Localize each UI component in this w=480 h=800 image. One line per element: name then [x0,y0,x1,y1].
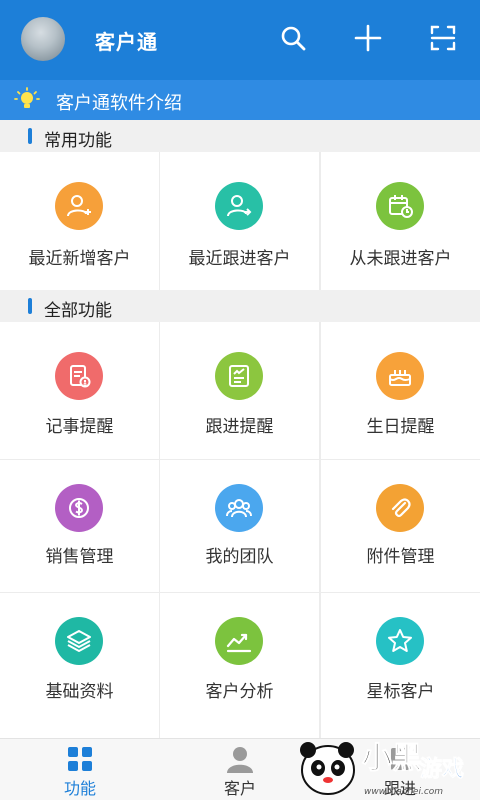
app-header: 客户通 [0,0,480,80]
item-label: 最近跟进客户 [188,249,291,268]
app-title: 客户通 [95,32,158,54]
paperclip-icon [376,484,424,532]
section-title: 常用功能 [44,131,112,150]
plus-icon[interactable] [352,22,384,54]
item-sales-management[interactable]: 销售管理 [0,460,159,592]
calendar-clock-icon [376,182,424,230]
item-label: 基础资料 [45,682,114,701]
section-all-header: 全部功能 [0,290,480,322]
section-marker [28,298,32,314]
section-marker [28,128,32,144]
followed-user-icon [215,182,263,230]
watermark-logo: 小黑 游戏 www.xiaohei.com [300,741,464,797]
item-label: 销售管理 [45,547,114,566]
layers-icon [55,617,103,665]
followup-notes-icon [215,352,263,400]
item-note-reminder[interactable]: 记事提醒 [0,322,159,459]
item-basic-data[interactable]: 基础资料 [0,593,159,738]
item-label: 生日提醒 [366,417,435,436]
person-icon [227,747,253,773]
intro-banner[interactable]: 客户通软件介绍 [0,80,480,120]
team-icon [215,484,263,532]
item-label: 记事提醒 [45,417,114,436]
item-birthday-reminder[interactable]: 生日提醒 [321,322,480,459]
item-starred-customers[interactable]: 星标客户 [321,593,480,738]
item-attachment-management[interactable]: 附件管理 [321,460,480,592]
common-functions-grid: 最近新增客户 最近跟进客户 从未跟进客户 [0,152,480,290]
tab-label: 功能 [63,781,96,798]
add-user-icon [55,182,103,230]
item-label: 我的团队 [205,547,274,566]
watermark-text-game: 游戏 [420,756,464,782]
watermark-url: www.xiaohei.com [364,787,443,797]
watermark-text-main: 小黑 [362,741,422,776]
section-common-header: 常用功能 [0,120,480,152]
section-title: 全部功能 [44,301,112,320]
item-label: 跟进提醒 [205,417,274,436]
item-label: 客户分析 [205,682,274,701]
money-bag-icon [55,484,103,532]
grid-icon [68,747,92,771]
item-my-team[interactable]: 我的团队 [160,460,319,592]
avatar[interactable] [21,17,65,61]
item-label: 附件管理 [366,547,435,566]
search-icon[interactable] [277,22,309,54]
item-label: 从未跟进客户 [349,249,452,268]
common-item-never-followed[interactable]: 从未跟进客户 [321,152,480,290]
birthday-cake-icon [376,352,424,400]
note-alert-icon [55,352,103,400]
common-item-new-customers[interactable]: 最近新增客户 [0,152,159,290]
item-label: 星标客户 [366,682,435,701]
tab-functions[interactable]: 功能 [0,739,160,800]
item-followup-reminder[interactable]: 跟进提醒 [160,322,319,459]
scan-icon[interactable] [427,22,459,54]
star-icon [376,617,424,665]
all-functions-grid: 记事提醒 跟进提醒 生日提醒 销售管理 我的团队 附件管理 基础资料 客户分析 … [0,322,480,738]
common-item-recent-followed[interactable]: 最近跟进客户 [160,152,319,290]
intro-text: 客户通软件介绍 [56,93,182,113]
item-label: 最近新增客户 [28,249,131,268]
trend-chart-icon [215,617,263,665]
lightbulb-icon [14,87,40,108]
item-customer-analysis[interactable]: 客户分析 [160,593,319,738]
